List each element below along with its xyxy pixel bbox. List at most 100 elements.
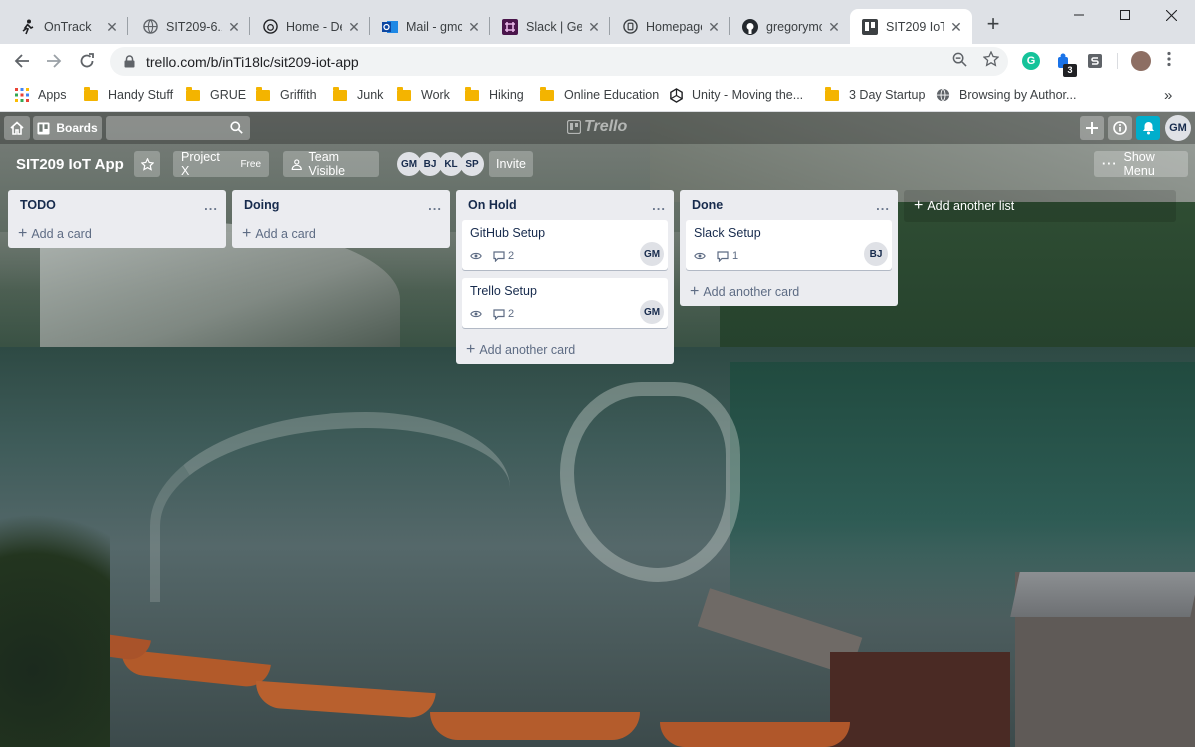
extension-badge: 3	[1063, 64, 1077, 77]
add-card-button[interactable]: + Add a card	[8, 220, 226, 248]
info-button[interactable]	[1108, 116, 1132, 140]
zoom-icon[interactable]	[950, 50, 968, 68]
list-title[interactable]: Done	[692, 198, 723, 212]
tab-title: OnTrack	[44, 19, 92, 34]
board-name[interactable]: SIT209 IoT App	[8, 152, 132, 176]
arrow-right-icon	[47, 54, 62, 68]
user-avatar[interactable]: GM	[1165, 115, 1191, 141]
list-title[interactable]: TODO	[20, 198, 56, 212]
trello-logo[interactable]: Trello	[567, 118, 627, 136]
close-icon[interactable]: ✕	[706, 19, 722, 35]
folder-icon	[825, 86, 839, 101]
search-icon	[230, 121, 243, 134]
team-button[interactable]: Project X Free	[173, 150, 269, 178]
star-icon[interactable]	[982, 50, 1000, 68]
browser-toolbar: trello.com/b/inTi18lc/sit209-iot-app G 3	[0, 44, 1195, 78]
invite-button[interactable]: Invite	[489, 151, 533, 177]
member-avatar[interactable]: SP	[460, 152, 484, 176]
bookmark-author[interactable]: Browsing by Author...	[935, 85, 1076, 105]
folder-icon	[397, 86, 411, 101]
new-tab-button[interactable]: +	[982, 13, 1004, 36]
bookmark-folder[interactable]: Junk	[333, 85, 383, 105]
browser-tab[interactable]: Slack | Get ✕	[490, 9, 610, 44]
bookmark-folder[interactable]: 3 Day Startup	[825, 85, 925, 105]
card[interactable]: Trello Setup 2 GM	[462, 278, 668, 328]
profile-avatar[interactable]	[1131, 51, 1151, 71]
close-icon[interactable]: ✕	[466, 19, 482, 35]
card-member-avatar[interactable]: BJ	[864, 242, 888, 266]
add-list-button[interactable]: + Add another list	[904, 190, 1176, 222]
browser-tab[interactable]: Mail - gmc ✕	[370, 9, 490, 44]
home-button[interactable]	[4, 116, 30, 140]
list-title[interactable]: Doing	[244, 198, 279, 212]
bookmark-folder[interactable]: Work	[397, 85, 450, 105]
toolbar-divider	[1117, 53, 1118, 69]
unity-icon	[668, 87, 684, 103]
window-close-button[interactable]	[1148, 0, 1194, 30]
close-icon[interactable]: ✕	[104, 19, 120, 35]
bookmarks-overflow-button[interactable]: »	[1164, 85, 1172, 105]
watch-eye-icon	[470, 252, 482, 260]
browser-tab[interactable]: Homepage ✕	[610, 9, 730, 44]
maximize-button[interactable]	[1102, 0, 1148, 30]
browser-tab[interactable]: SIT209-6.1 ✕	[130, 9, 250, 44]
notifications-button[interactable]	[1136, 116, 1160, 140]
reload-button[interactable]	[73, 47, 101, 75]
list-menu-icon[interactable]: ...	[428, 198, 442, 213]
board-search-input[interactable]	[106, 116, 250, 140]
add-card-button[interactable]: + Add a card	[232, 220, 450, 248]
list-title[interactable]: On Hold	[468, 198, 517, 212]
bookmark-label: Griffith	[280, 88, 317, 102]
bookmark-apps[interactable]: Apps	[14, 85, 67, 105]
add-list-label: Add another list	[927, 199, 1015, 213]
add-card-button[interactable]: + Add another card	[456, 336, 674, 364]
visibility-label: Team Visible	[308, 150, 346, 178]
bookmark-label: Junk	[357, 88, 384, 102]
comment-count: 1	[732, 250, 739, 262]
card-member-avatar[interactable]: GM	[640, 300, 664, 324]
plus-icon: +	[242, 225, 252, 242]
list-menu-icon[interactable]: ...	[876, 198, 890, 213]
boards-button[interactable]: Boards	[33, 116, 102, 140]
address-bar[interactable]: trello.com/b/inTi18lc/sit209-iot-app	[110, 47, 1008, 76]
list-todo: TODO ... + Add a card	[8, 190, 226, 248]
forward-button[interactable]	[40, 47, 68, 75]
card-title: Slack Setup	[694, 226, 761, 240]
bookmark-folder[interactable]: GRUE	[186, 85, 246, 105]
extension-s-icon[interactable]	[1086, 52, 1104, 70]
lock-icon	[122, 55, 136, 69]
browser-tab[interactable]: OnTrack ✕	[8, 9, 128, 44]
more-vert-icon[interactable]	[1160, 50, 1178, 68]
browser-tab-active[interactable]: SIT209 IoT ✕	[850, 9, 972, 44]
grammarly-icon[interactable]: G	[1022, 52, 1040, 70]
browser-tab[interactable]: Home - De ✕	[250, 9, 370, 44]
board-header: SIT209 IoT App Project X Free Team Visib…	[0, 148, 1195, 180]
browser-tab[interactable]: gregorymc ✕	[730, 9, 850, 44]
close-icon[interactable]: ✕	[226, 19, 242, 35]
close-icon[interactable]: ✕	[826, 19, 842, 35]
star-board-button[interactable]	[134, 151, 160, 177]
bookmark-unity[interactable]: Unity - Moving the...	[668, 85, 803, 105]
bookmark-label: Online Education	[564, 88, 660, 102]
list-menu-icon[interactable]: ...	[652, 198, 666, 213]
list-menu-icon[interactable]: ...	[204, 198, 218, 213]
bookmark-folder[interactable]: Hiking	[465, 85, 524, 105]
hub-icon	[262, 19, 278, 35]
card[interactable]: Slack Setup 1 BJ	[686, 220, 892, 270]
visibility-button[interactable]: Team Visible	[283, 150, 379, 178]
bookmark-folder[interactable]: Online Education	[540, 85, 659, 105]
show-menu-button[interactable]: ··· Show Menu	[1094, 150, 1188, 178]
close-icon[interactable]: ✕	[948, 19, 964, 35]
close-icon[interactable]: ✕	[346, 19, 362, 35]
minimize-icon	[1074, 14, 1084, 16]
bookmark-folder[interactable]: Griffith	[256, 85, 317, 105]
create-button[interactable]	[1080, 116, 1104, 140]
add-card-button[interactable]: + Add another card	[680, 278, 898, 306]
bookmark-folder[interactable]: Handy Stuff	[84, 85, 173, 105]
card-member-avatar[interactable]: GM	[640, 242, 664, 266]
back-button[interactable]	[8, 47, 36, 75]
star-icon	[140, 157, 154, 171]
card[interactable]: GitHub Setup 2 GM	[462, 220, 668, 270]
close-icon[interactable]: ✕	[586, 19, 602, 35]
minimize-button[interactable]	[1056, 0, 1102, 30]
